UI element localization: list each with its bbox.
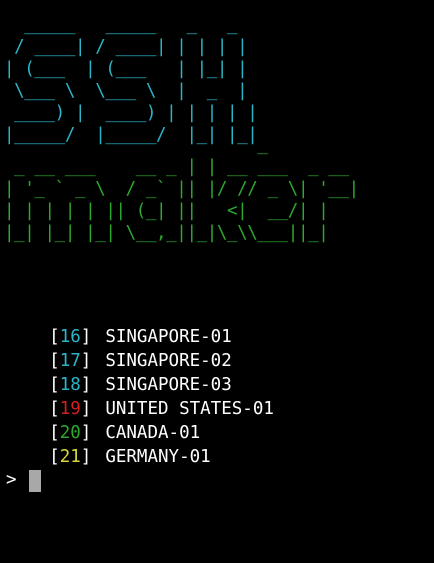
server-name: CANADA-01 xyxy=(105,423,201,443)
command-prompt[interactable]: > xyxy=(6,468,17,492)
server-name: GERMANY-01 xyxy=(105,447,211,467)
server-number: 17 xyxy=(59,351,81,371)
server-number: 16 xyxy=(59,327,81,347)
server-name: SINGAPORE-01 xyxy=(105,327,232,347)
server-name: SINGAPORE-03 xyxy=(105,375,232,395)
ssh-ascii-banner: _____ _____ _ _ / ____| / ____| | | | | … xyxy=(4,15,258,145)
prompt-symbol: > xyxy=(6,470,17,490)
server-number: 18 xyxy=(59,375,81,395)
server-number: 20 xyxy=(59,423,81,443)
server-item[interactable]: [16] SINGAPORE-01 xyxy=(7,301,274,347)
server-number: 21 xyxy=(59,447,81,467)
text-cursor xyxy=(29,470,41,492)
server-number: 19 xyxy=(59,399,81,419)
server-name: SINGAPORE-02 xyxy=(105,351,232,371)
maker-ascii-banner: _ _ __ ___ __ _ | | __ ___ _ __ | '_ ` _… xyxy=(4,135,359,243)
server-name: UNITED STATES-01 xyxy=(105,399,274,419)
server-list: [16] SINGAPORE-01 [17] SINGAPORE-02 [18] SI… xyxy=(7,301,274,467)
